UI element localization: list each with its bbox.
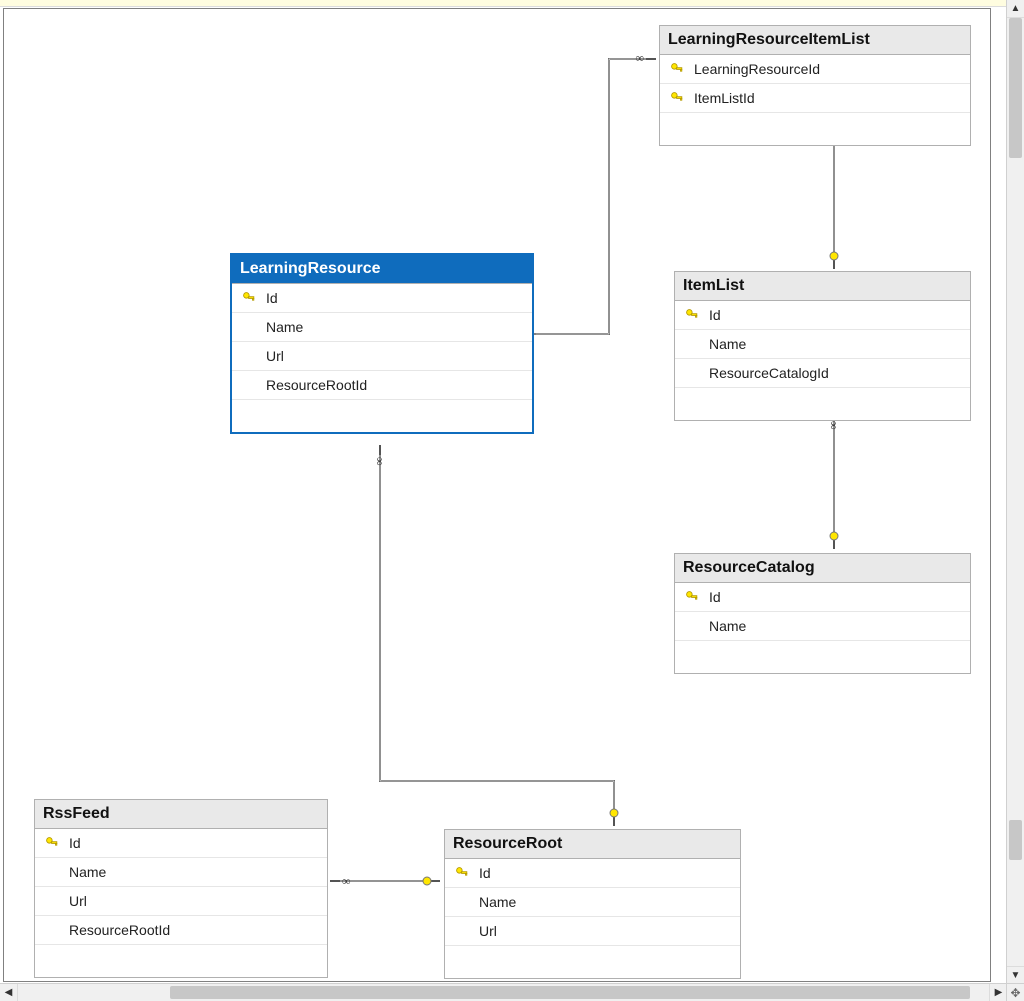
table-row[interactable]: ResourceRootId (35, 916, 327, 945)
scroll-right-arrow-icon[interactable]: ▶ (989, 984, 1007, 1001)
table-row[interactable]: ResourceCatalogId (675, 359, 970, 388)
table-row[interactable]: Id (232, 284, 532, 313)
horizontal-scrollbar[interactable]: ◀ ▶ (0, 983, 1007, 1001)
primary-key-icon (683, 308, 701, 322)
vertical-scroll-thumb[interactable] (1009, 18, 1022, 158)
table-row[interactable]: Url (445, 917, 740, 946)
rel-learningresource-resourceroot[interactable] (373, 445, 618, 826)
column-name: Name (709, 336, 962, 352)
column-name: Url (479, 923, 732, 939)
table-row[interactable] (35, 945, 327, 977)
rel-rssfeed-resourceroot[interactable] (330, 874, 440, 888)
table-row[interactable]: ItemListId (660, 84, 970, 113)
table-learningresource[interactable]: LearningResource Id Name Url ResourceRoo… (230, 253, 534, 434)
column-name: Id (479, 865, 732, 881)
size-grip-icon[interactable]: ✥ (1006, 983, 1024, 1001)
table-itemlist[interactable]: ItemList Id Name ResourceCatalogId (674, 271, 971, 421)
rel-itemlist-resourcecatalog[interactable] (827, 409, 841, 549)
column-name: ResourceCatalogId (709, 365, 962, 381)
table-header[interactable]: ItemList (675, 272, 970, 301)
vertical-scrollbar[interactable]: ▲ ▼ (1006, 0, 1024, 984)
table-learningresourceitemlist[interactable]: LearningResourceItemList LearningResourc… (659, 25, 971, 146)
table-row[interactable]: Id (675, 301, 970, 330)
column-name: Name (709, 618, 962, 634)
vertical-scroll-thumb[interactable] (1009, 820, 1022, 860)
table-header[interactable]: ResourceRoot (445, 830, 740, 859)
table-row[interactable]: Name (445, 888, 740, 917)
table-header[interactable]: LearningResource (232, 255, 532, 284)
column-name: ItemListId (694, 90, 962, 106)
title-strip (0, 0, 1024, 7)
table-resourcecatalog[interactable]: ResourceCatalog Id Name (674, 553, 971, 674)
table-row[interactable] (660, 113, 970, 145)
primary-key-icon (43, 836, 61, 850)
column-name: ResourceRootId (266, 377, 524, 393)
table-row[interactable] (675, 388, 970, 420)
table-row[interactable] (445, 946, 740, 978)
table-rssfeed[interactable]: RssFeed Id Name Url ResourceRootId (34, 799, 328, 978)
table-resourceroot[interactable]: ResourceRoot Id Name Url (444, 829, 741, 979)
column-name: Name (479, 894, 732, 910)
column-name: Id (266, 290, 524, 306)
table-header[interactable]: LearningResourceItemList (660, 26, 970, 55)
table-header[interactable]: RssFeed (35, 800, 327, 829)
table-row[interactable]: Name (675, 612, 970, 641)
column-name: Id (69, 835, 319, 851)
column-name: Id (709, 589, 962, 605)
primary-key-icon (453, 866, 471, 880)
table-row[interactable]: Id (675, 583, 970, 612)
scroll-left-arrow-icon[interactable]: ◀ (0, 984, 18, 1001)
primary-key-icon (668, 62, 686, 76)
table-row[interactable]: ResourceRootId (232, 371, 532, 400)
column-name: ResourceRootId (69, 922, 319, 938)
table-row[interactable]: Name (35, 858, 327, 887)
column-name: Id (709, 307, 962, 323)
table-row[interactable]: Name (232, 313, 532, 342)
table-row[interactable] (675, 641, 970, 673)
column-name: Url (69, 893, 319, 909)
table-row[interactable]: Url (232, 342, 532, 371)
table-row[interactable]: LearningResourceId (660, 55, 970, 84)
primary-key-icon (683, 590, 701, 604)
table-row[interactable]: Id (445, 859, 740, 888)
rel-lril-learningresource[interactable] (519, 52, 656, 338)
primary-key-icon (240, 291, 258, 305)
diagram-canvas[interactable]: ∞ (4, 9, 990, 981)
primary-key-icon (668, 91, 686, 105)
table-row[interactable] (232, 400, 532, 432)
scroll-up-arrow-icon[interactable]: ▲ (1007, 0, 1024, 18)
table-row[interactable]: Url (35, 887, 327, 916)
table-row[interactable]: Id (35, 829, 327, 858)
table-row[interactable]: Name (675, 330, 970, 359)
scroll-down-arrow-icon[interactable]: ▼ (1007, 966, 1024, 984)
column-name: Name (266, 319, 524, 335)
table-header[interactable]: ResourceCatalog (675, 554, 970, 583)
horizontal-scroll-thumb[interactable] (170, 986, 970, 999)
column-name: Name (69, 864, 319, 880)
column-name: Url (266, 348, 524, 364)
column-name: LearningResourceId (694, 61, 962, 77)
diagram-canvas-frame: ∞ (3, 8, 991, 982)
